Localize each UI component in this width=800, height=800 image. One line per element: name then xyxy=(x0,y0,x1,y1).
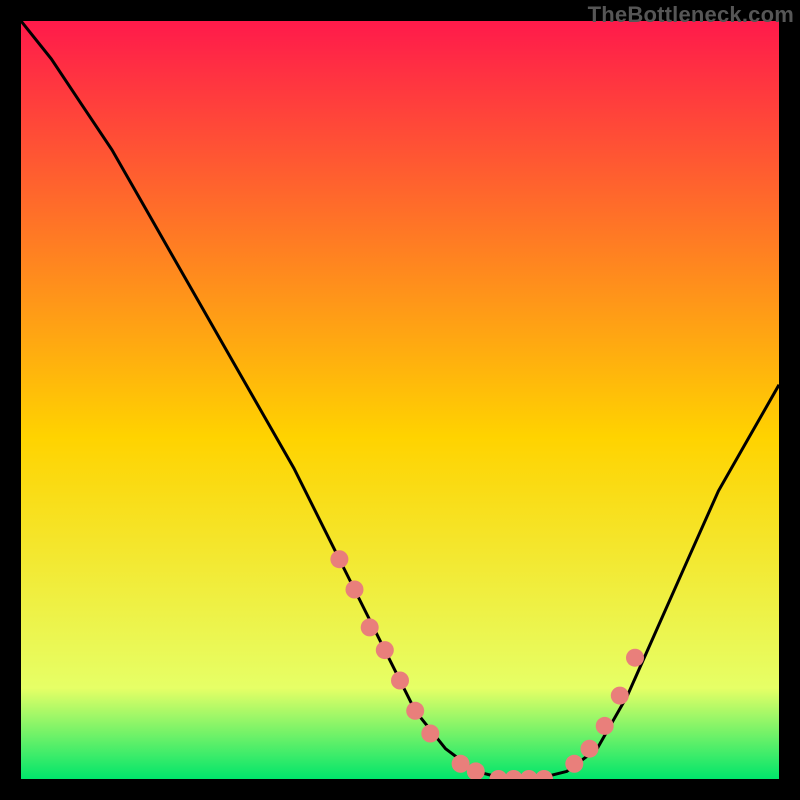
marker-dot xyxy=(346,581,364,599)
marker-dot xyxy=(391,672,409,690)
marker-dot xyxy=(565,755,583,773)
marker-dot xyxy=(406,702,424,720)
marker-dot xyxy=(626,649,644,667)
marker-dot xyxy=(611,687,629,705)
gradient-background xyxy=(21,21,779,779)
bottleneck-chart xyxy=(21,21,779,779)
marker-dot xyxy=(361,618,379,636)
marker-dot xyxy=(596,717,614,735)
marker-dot xyxy=(421,725,439,743)
marker-dot xyxy=(376,641,394,659)
marker-dot xyxy=(330,550,348,568)
marker-dot xyxy=(581,740,599,758)
watermark-text: TheBottleneck.com xyxy=(588,2,794,28)
chart-frame xyxy=(21,21,779,779)
